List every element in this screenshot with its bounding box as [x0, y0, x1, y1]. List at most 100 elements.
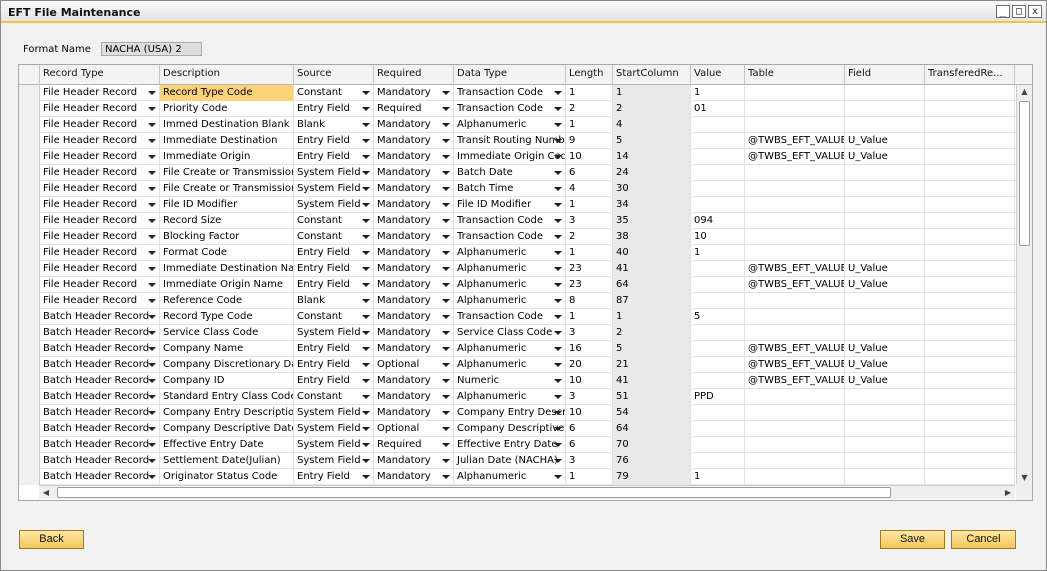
table-cell[interactable]: Effective Entry Date — [160, 437, 294, 453]
row-selector[interactable] — [19, 213, 40, 229]
table-cell[interactable] — [845, 389, 925, 405]
table-cell[interactable]: Batch Date — [454, 165, 566, 181]
table-cell[interactable]: Constant — [294, 389, 374, 405]
table-cell[interactable] — [925, 341, 1015, 357]
row-selector[interactable] — [19, 245, 40, 261]
dropdown-arrow-icon[interactable] — [554, 443, 562, 447]
table-cell[interactable]: 6 — [566, 437, 613, 453]
table-cell[interactable] — [925, 261, 1015, 277]
table-cell[interactable]: Batch Header Record — [40, 405, 160, 421]
table-cell[interactable] — [845, 245, 925, 261]
table-cell[interactable] — [845, 405, 925, 421]
table-cell[interactable] — [845, 165, 925, 181]
horizontal-scrollbar[interactable]: ◀ ▶ — [39, 485, 1015, 499]
table-cell[interactable]: Priority Code — [160, 101, 294, 117]
close-icon[interactable]: x — [1028, 5, 1042, 18]
row-selector[interactable] — [19, 293, 40, 309]
dropdown-arrow-icon[interactable] — [362, 459, 370, 463]
table-cell[interactable]: 5 — [691, 309, 745, 325]
table-cell[interactable]: 1 — [691, 469, 745, 485]
table-cell[interactable]: Immediate Origin Code — [454, 149, 566, 165]
dropdown-arrow-icon[interactable] — [362, 203, 370, 207]
table-cell[interactable]: Optional — [374, 421, 454, 437]
table-cell[interactable]: 10 — [566, 149, 613, 165]
table-cell[interactable]: System Field — [294, 405, 374, 421]
row-selector[interactable] — [19, 373, 40, 389]
table-cell[interactable] — [925, 133, 1015, 149]
table-cell[interactable]: 10 — [691, 229, 745, 245]
table-cell[interactable]: Alphanumeric — [454, 261, 566, 277]
table-cell[interactable]: @TWBS_EFT_VALUES — [745, 357, 845, 373]
table-cell[interactable]: Batch Header Record — [40, 437, 160, 453]
table-cell[interactable]: Entry Field — [294, 261, 374, 277]
table-cell[interactable] — [925, 453, 1015, 469]
table-cell[interactable] — [925, 325, 1015, 341]
dropdown-arrow-icon[interactable] — [442, 363, 450, 367]
table-cell[interactable]: 8 — [566, 293, 613, 309]
dropdown-arrow-icon[interactable] — [442, 299, 450, 303]
dropdown-arrow-icon[interactable] — [554, 155, 562, 159]
table-cell[interactable]: Entry Field — [294, 373, 374, 389]
table-cell[interactable]: 10 — [566, 405, 613, 421]
table-cell[interactable]: 51 — [613, 389, 691, 405]
table-cell[interactable] — [925, 197, 1015, 213]
table-cell[interactable] — [691, 181, 745, 197]
table-cell[interactable] — [925, 357, 1015, 373]
table-cell[interactable]: Blank — [294, 117, 374, 133]
dropdown-arrow-icon[interactable] — [554, 107, 562, 111]
table-cell[interactable]: Transaction Code — [454, 101, 566, 117]
table-cell[interactable]: Constant — [294, 213, 374, 229]
table-cell[interactable] — [691, 405, 745, 421]
dropdown-arrow-icon[interactable] — [148, 187, 156, 191]
table-cell[interactable]: Company Entry Description — [160, 405, 294, 421]
table-row[interactable]: File Header Record Record Size Constant Man… — [19, 213, 1016, 229]
table-cell[interactable]: Alphanumeric — [454, 389, 566, 405]
dropdown-arrow-icon[interactable] — [554, 347, 562, 351]
table-cell[interactable] — [925, 85, 1015, 101]
table-cell[interactable]: Alphanumeric — [454, 277, 566, 293]
table-cell[interactable] — [691, 357, 745, 373]
table-cell[interactable]: @TWBS_EFT_VALUES — [745, 133, 845, 149]
table-cell[interactable]: Entry Field — [294, 277, 374, 293]
table-cell[interactable]: 35 — [613, 213, 691, 229]
table-cell[interactable]: Mandatory — [374, 277, 454, 293]
table-cell[interactable]: @TWBS_EFT_VALUES — [745, 261, 845, 277]
table-cell[interactable]: 76 — [613, 453, 691, 469]
dropdown-arrow-icon[interactable] — [362, 171, 370, 175]
table-cell[interactable]: 16 — [566, 341, 613, 357]
table-cell[interactable]: Alphanumeric — [454, 357, 566, 373]
table-cell[interactable]: File Create or Transmission Date — [160, 165, 294, 181]
dropdown-arrow-icon[interactable] — [148, 395, 156, 399]
table-cell[interactable]: File Header Record — [40, 245, 160, 261]
row-selector[interactable] — [19, 421, 40, 437]
dropdown-arrow-icon[interactable] — [362, 443, 370, 447]
table-cell[interactable]: Mandatory — [374, 293, 454, 309]
table-cell[interactable] — [925, 181, 1015, 197]
table-cell[interactable]: File Header Record — [40, 133, 160, 149]
row-selector[interactable] — [19, 405, 40, 421]
table-cell[interactable] — [745, 197, 845, 213]
table-cell[interactable]: File ID Modifier — [454, 197, 566, 213]
table-cell[interactable]: Constant — [294, 229, 374, 245]
dropdown-arrow-icon[interactable] — [362, 251, 370, 255]
dropdown-arrow-icon[interactable] — [554, 363, 562, 367]
dropdown-arrow-icon[interactable] — [362, 427, 370, 431]
table-cell[interactable]: Mandatory — [374, 229, 454, 245]
table-row[interactable]: File Header Record Reference Code Blank Man… — [19, 293, 1016, 309]
dropdown-arrow-icon[interactable] — [362, 395, 370, 399]
table-row[interactable]: Batch Header Record Company Name Entry Fie… — [19, 341, 1016, 357]
table-cell[interactable]: 1 — [566, 197, 613, 213]
dropdown-arrow-icon[interactable] — [442, 203, 450, 207]
table-cell[interactable] — [845, 325, 925, 341]
table-cell[interactable] — [925, 117, 1015, 133]
dropdown-arrow-icon[interactable] — [148, 267, 156, 271]
table-cell[interactable] — [745, 405, 845, 421]
table-cell[interactable]: Batch Header Record — [40, 389, 160, 405]
table-cell[interactable]: 6 — [566, 421, 613, 437]
table-row[interactable]: File Header Record Blocking Factor Constan… — [19, 229, 1016, 245]
table-row[interactable]: File Header Record Priority Code Entry Fie… — [19, 101, 1016, 117]
table-cell[interactable]: Reference Code — [160, 293, 294, 309]
dropdown-arrow-icon[interactable] — [442, 475, 450, 479]
table-cell[interactable] — [691, 293, 745, 309]
row-selector[interactable] — [19, 149, 40, 165]
